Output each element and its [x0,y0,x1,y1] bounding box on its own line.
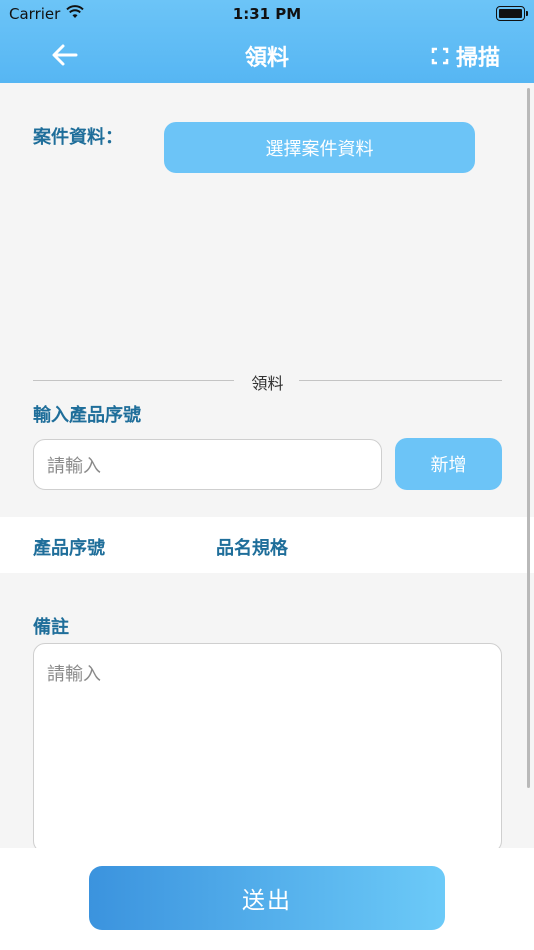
clock: 1:31 PM [232,5,302,23]
scan-button[interactable]: 掃描 [431,40,500,72]
form-content: 案件資料： 選擇案件資料 領料 輸入產品序號 請輸入 新增 產品序號 品名規格 … [0,83,534,853]
serial-input[interactable]: 請輸入 [33,439,382,490]
scan-label: 掃描 [455,46,500,71]
status-bar: Carrier 1:31 PM [0,0,534,28]
add-button[interactable]: 新增 [395,438,502,490]
battery-icon [496,6,528,21]
section-divider: 領料 [33,370,502,393]
case-label: 案件資料： [33,127,123,148]
column-header-spec: 品名規格 [216,538,288,559]
serial-label: 輸入產品序號 [33,405,141,426]
scrollbar[interactable] [527,88,530,788]
column-header-serial: 產品序號 [33,538,105,559]
submit-button[interactable]: 送出 [89,866,445,930]
divider-label: 領料 [251,374,284,393]
divider-line-right [299,380,502,381]
top-bar: Carrier 1:31 PM 領料 掃描 [0,0,534,83]
scan-icon [431,47,449,65]
bottom-bar: 送出 [0,848,534,950]
remark-label: 備註 [33,617,69,638]
nav-bar: 領料 掃描 [0,30,534,80]
table-header: 產品序號 品名規格 [0,517,534,573]
choose-case-button[interactable]: 選擇案件資料 [164,122,475,173]
remark-textarea[interactable]: 請輸入 [33,643,502,853]
